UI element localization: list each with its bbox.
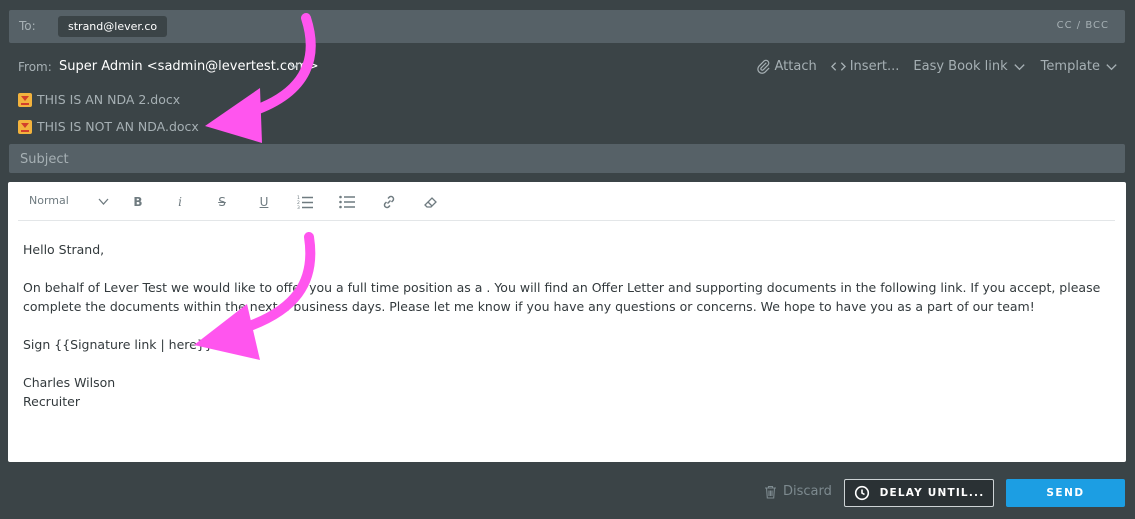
- svg-text:3: 3: [297, 205, 300, 210]
- trash-icon: [765, 485, 776, 499]
- strikethrough-icon[interactable]: S: [214, 194, 230, 210]
- subject-input[interactable]: [18, 144, 1112, 175]
- format-select[interactable]: Normal: [29, 194, 69, 207]
- insert-button[interactable]: Insert...: [830, 59, 900, 74]
- discard-button[interactable]: Discard: [764, 484, 832, 499]
- delay-until-button[interactable]: DELAY UNTIL...: [844, 479, 994, 507]
- signature-title: Recruiter: [23, 394, 80, 409]
- easy-book-link-dropdown[interactable]: Easy Book link: [913, 59, 1026, 74]
- discard-label: Discard: [783, 484, 832, 499]
- send-button[interactable]: SEND: [1006, 479, 1125, 507]
- chevron-down-icon: [1106, 64, 1117, 71]
- attachment-item[interactable]: THIS IS AN NDA 2.docx: [18, 92, 180, 107]
- from-label: From:: [18, 60, 52, 74]
- attachment-name[interactable]: THIS IS NOT AN NDA.docx: [37, 119, 199, 134]
- attach-label: Attach: [774, 59, 817, 74]
- attachment-item[interactable]: THIS IS NOT AN NDA.docx: [18, 119, 199, 134]
- clear-format-icon[interactable]: [423, 194, 439, 210]
- greeting-line: Hello Strand,: [23, 242, 105, 257]
- to-field[interactable]: To: strand@lever.co CC / BCC: [9, 10, 1125, 43]
- template-dropdown[interactable]: Template: [1041, 59, 1119, 74]
- to-label: To:: [19, 19, 36, 33]
- from-select[interactable]: Super Admin <sadmin@levertest.com>: [59, 59, 319, 74]
- subject-field: [9, 144, 1125, 175]
- easy-book-label: Easy Book link: [913, 59, 1008, 74]
- compose-tools: Attach Insert... Easy Book link Template: [756, 59, 1120, 74]
- paperclip-icon: [756, 59, 770, 74]
- italic-icon[interactable]: i: [172, 194, 188, 210]
- attachment-name[interactable]: THIS IS AN NDA 2.docx: [37, 92, 180, 107]
- code-icon: [830, 62, 846, 71]
- signature-name: Charles Wilson: [23, 375, 116, 390]
- recipient-chip[interactable]: strand@lever.co: [58, 16, 168, 37]
- underline-icon[interactable]: U: [256, 194, 272, 210]
- link-icon[interactable]: [381, 194, 397, 210]
- download-file-icon: [18, 92, 32, 107]
- chevron-down-icon[interactable]: [288, 60, 300, 72]
- signature-link-line: Sign {{Signature link | here}}: [23, 337, 213, 352]
- email-body[interactable]: Hello Strand, On behalf of Lever Test we…: [23, 240, 1108, 411]
- offer-paragraph: On behalf of Lever Test we would like to…: [23, 280, 1101, 314]
- chevron-down-icon: [1014, 64, 1025, 71]
- bold-icon[interactable]: B: [130, 194, 146, 210]
- cc-bcc-toggle[interactable]: CC / BCC: [1057, 20, 1109, 31]
- clock-icon: [854, 485, 869, 501]
- editor-toolbar: Normal B i S U 1 2 3: [18, 182, 1115, 221]
- send-label: SEND: [1046, 487, 1085, 499]
- attach-button[interactable]: Attach: [756, 59, 817, 74]
- template-label: Template: [1040, 59, 1100, 74]
- delay-label: DELAY UNTIL...: [879, 487, 985, 499]
- insert-label: Insert...: [849, 59, 900, 74]
- chevron-down-icon[interactable]: [98, 196, 109, 207]
- bullet-list-icon[interactable]: [339, 194, 355, 210]
- ordered-list-icon[interactable]: 1 2 3: [297, 194, 313, 210]
- email-editor[interactable]: Normal B i S U 1 2 3 Hello Strand, On be…: [8, 182, 1126, 462]
- download-file-icon: [18, 119, 32, 134]
